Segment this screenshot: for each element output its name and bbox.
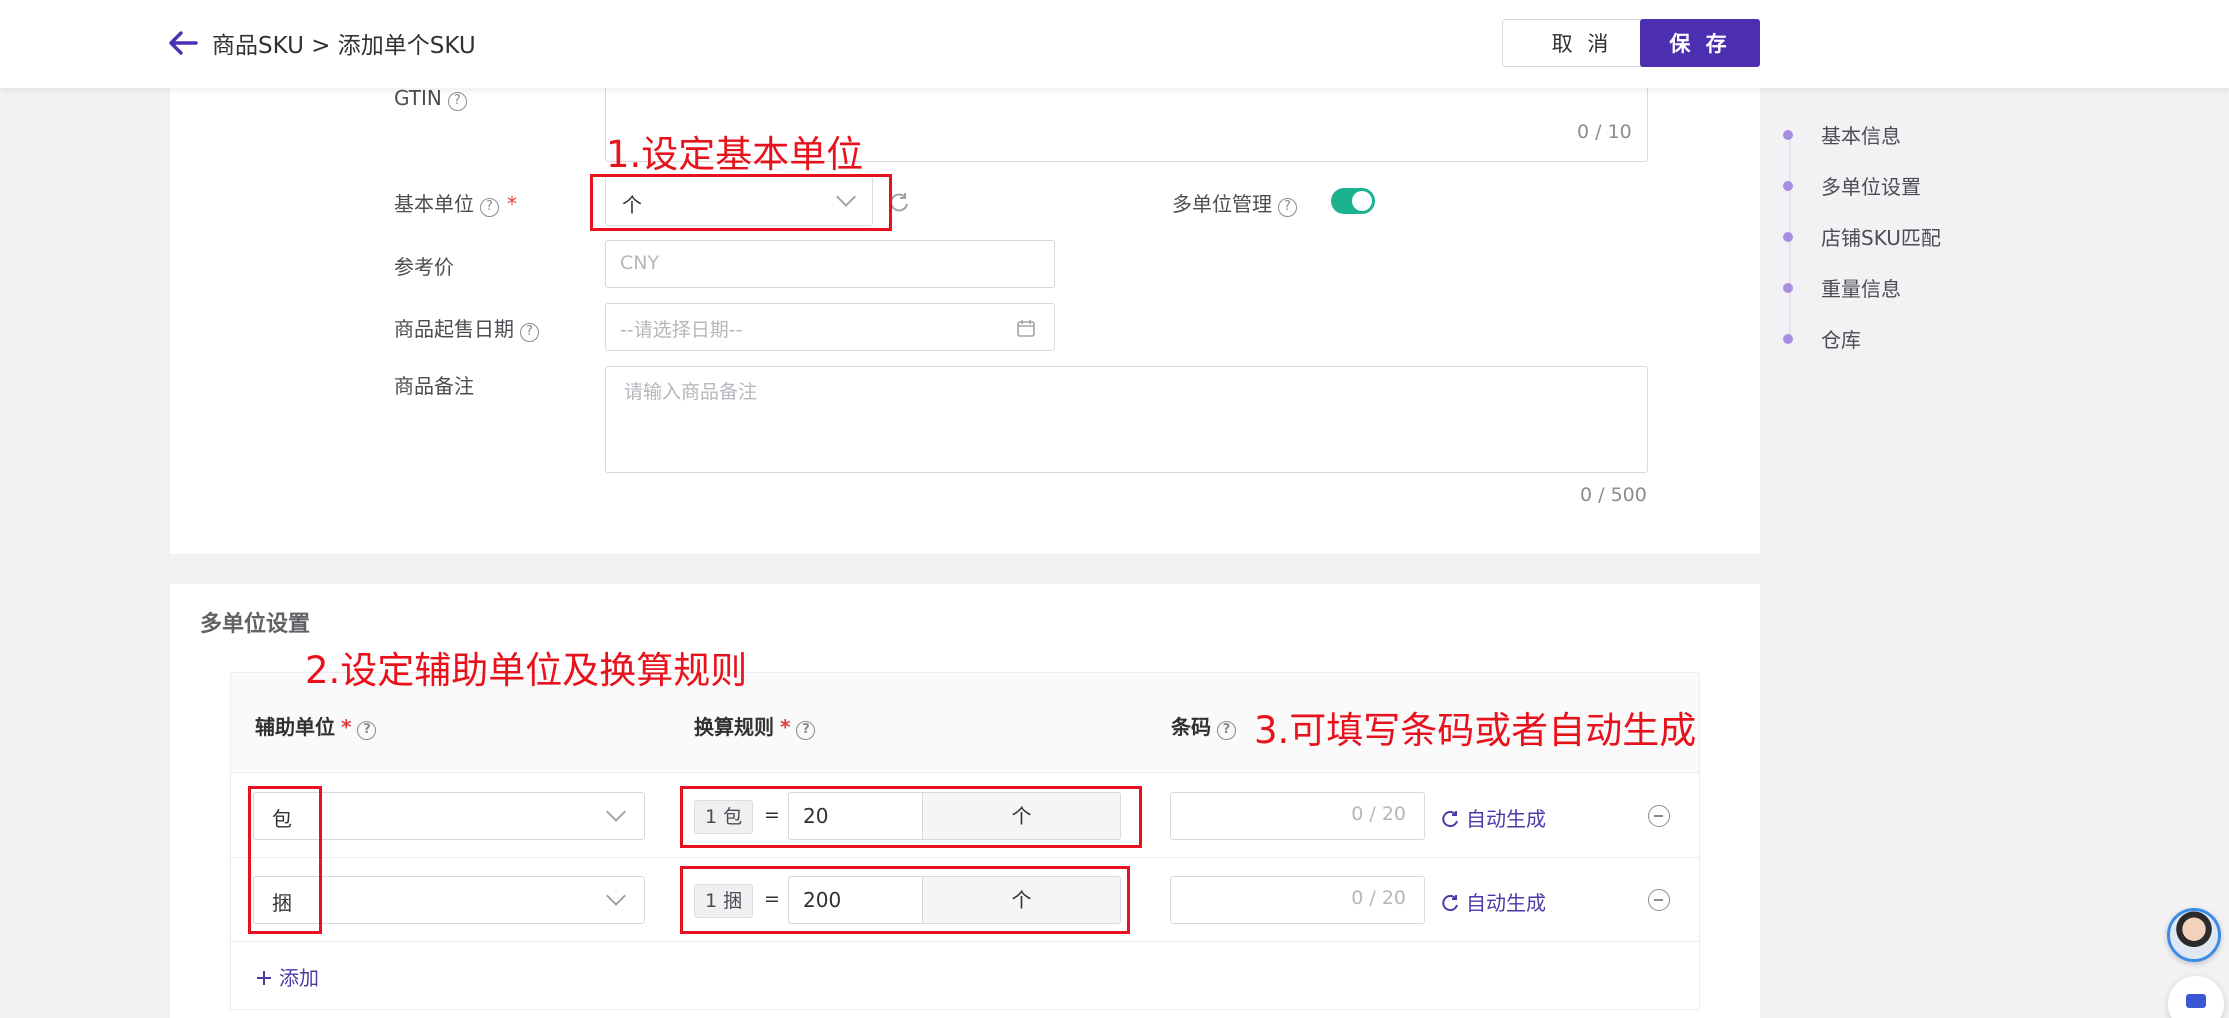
barcode-input[interactable]: 0 / 20 xyxy=(1170,792,1425,840)
barcode-counter: 0 / 20 xyxy=(1351,803,1406,825)
chat-button[interactable] xyxy=(2168,976,2224,1018)
chat-icon xyxy=(2186,994,2206,1008)
remark-textarea[interactable]: 请输入商品备注 xyxy=(605,366,1648,473)
base-unit-value: 个 xyxy=(622,193,642,217)
reference-price-input[interactable]: CNY xyxy=(605,240,1055,288)
conversion-qty-input[interactable]: 200 xyxy=(788,876,923,924)
conversion-base-unit: 个 xyxy=(923,792,1121,840)
toggle-knob xyxy=(1352,191,1372,211)
column-barcode: 条码? xyxy=(1171,711,1236,740)
equals-sign: = xyxy=(764,888,780,910)
refresh-icon xyxy=(1442,895,1458,912)
annotation-step1: 1.设定基本单位 xyxy=(606,133,864,176)
help-icon[interactable]: ? xyxy=(796,721,816,740)
base-unit-label: 基本单位? * xyxy=(394,192,517,217)
gtin-label: GTIN? xyxy=(394,86,467,111)
nav-dot xyxy=(1783,283,1793,293)
plus-icon xyxy=(257,971,271,985)
help-icon[interactable]: ? xyxy=(480,198,499,217)
remove-row-icon[interactable] xyxy=(1648,805,1670,827)
refresh-icon[interactable] xyxy=(888,191,910,213)
aux-unit-select[interactable]: 捆 xyxy=(253,876,645,924)
nav-label: 基本信息 xyxy=(1821,124,1901,148)
remark-label: 商品备注 xyxy=(394,374,474,398)
conversion-qty-input[interactable]: 20 xyxy=(788,792,923,840)
help-icon[interactable]: ? xyxy=(1217,721,1236,740)
annotation-step3: 3.可填写条码或者自动生成 xyxy=(1254,709,1697,752)
top-header: 商品SKU > 添加单个SKU 取 消 保 存 xyxy=(0,0,2229,88)
multi-unit-label: 多单位管理? xyxy=(1172,188,1297,217)
aux-unit-value: 捆 xyxy=(272,891,292,915)
nav-dot xyxy=(1783,232,1793,242)
conversion-base-unit: 个 xyxy=(923,876,1121,924)
back-arrow-icon[interactable] xyxy=(168,30,198,56)
remark-counter: 0 / 500 xyxy=(1580,484,1647,506)
sale-date-picker[interactable]: --请选择日期-- xyxy=(605,303,1055,351)
nav-dot xyxy=(1783,181,1793,191)
aux-unit-value: 包 xyxy=(272,807,292,831)
help-icon[interactable]: ? xyxy=(520,323,539,342)
multi-unit-toggle[interactable] xyxy=(1331,188,1375,214)
chevron-down-icon xyxy=(606,802,626,822)
chevron-down-icon xyxy=(836,187,856,207)
assistant-avatar[interactable] xyxy=(2167,908,2221,962)
barcode-counter: 0 / 20 xyxy=(1351,887,1406,909)
unit-chip: 1 包 xyxy=(694,800,754,834)
nav-label: 仓库 xyxy=(1821,328,1861,352)
help-icon[interactable]: ? xyxy=(1278,198,1297,217)
nav-label: 店铺SKU匹配 xyxy=(1821,226,1941,250)
calendar-icon xyxy=(1017,320,1035,337)
reference-price-label: 参考价 xyxy=(394,255,454,279)
cancel-button[interactable]: 取 消 xyxy=(1502,19,1662,67)
auto-generate-link[interactable]: 自动生成 xyxy=(1440,803,1546,832)
row-divider xyxy=(231,857,1699,858)
unit-chip: 1 捆 xyxy=(694,884,754,918)
equals-sign: = xyxy=(764,804,780,826)
nav-label: 重量信息 xyxy=(1821,277,1901,301)
row-divider xyxy=(231,941,1699,942)
nav-dot xyxy=(1783,130,1793,140)
refresh-icon xyxy=(1442,811,1458,828)
help-icon[interactable]: ? xyxy=(357,721,377,740)
base-unit-select[interactable]: 个 xyxy=(605,176,873,226)
aux-unit-select[interactable]: 包 xyxy=(253,792,645,840)
sale-date-label: 商品起售日期? xyxy=(394,313,539,342)
nav-dot xyxy=(1783,334,1793,344)
auto-generate-link[interactable]: 自动生成 xyxy=(1440,887,1546,916)
save-button[interactable]: 保 存 xyxy=(1640,19,1760,67)
remove-row-icon[interactable] xyxy=(1648,889,1670,911)
nav-label: 多单位设置 xyxy=(1821,175,1921,199)
column-aux-unit: 辅助单位 *? xyxy=(255,711,377,740)
breadcrumb: 商品SKU > 添加单个SKU xyxy=(212,33,476,59)
add-row-link[interactable]: 添加 xyxy=(255,962,319,991)
help-icon[interactable]: ? xyxy=(447,92,467,111)
section-title: 多单位设置 xyxy=(200,612,311,637)
column-conversion: 换算规则 *? xyxy=(694,711,816,740)
annotation-step2: 2.设定辅助单位及换算规则 xyxy=(305,649,748,692)
chevron-down-icon xyxy=(606,886,626,906)
gtin-counter: 0 / 10 xyxy=(1577,121,1632,143)
barcode-input[interactable]: 0 / 20 xyxy=(1170,876,1425,924)
